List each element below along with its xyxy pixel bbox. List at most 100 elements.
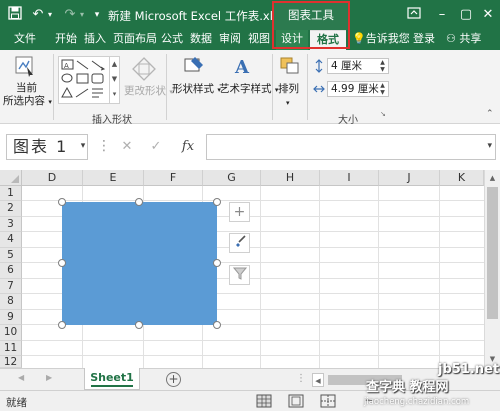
chart-tools-context-title: 图表工具 — [272, 2, 350, 30]
ribbon-separator — [166, 54, 167, 120]
column-header-g[interactable]: G — [203, 170, 261, 186]
redo-icon[interactable]: ↷ — [62, 6, 78, 24]
resize-handle-top-left[interactable] — [58, 198, 66, 206]
shapes-gallery[interactable]: A — [58, 56, 110, 104]
shapes-gallery-scroll[interactable]: ▲ ▼ ▾ — [110, 56, 120, 104]
resize-handle-bottom-right[interactable] — [213, 321, 221, 329]
tab-home[interactable]: 开始 — [55, 30, 77, 50]
scroll-left-icon[interactable]: ◀ — [312, 373, 324, 387]
scroll-up-icon[interactable]: ▲ — [485, 171, 500, 185]
shape-height-spinner[interactable]: ▲ ▼ — [378, 59, 387, 73]
share-button[interactable]: ⚇ 共享 — [446, 30, 481, 50]
tab-insert[interactable]: 插入 — [84, 30, 106, 50]
current-selection-label-2[interactable]: 所选内容 ▾ — [3, 93, 52, 108]
ribbon-display-options-icon[interactable] — [406, 6, 422, 24]
redo-dropdown-icon[interactable]: ▾ — [78, 6, 86, 24]
maximize-icon[interactable]: ▢ — [458, 6, 474, 24]
gridline — [22, 355, 484, 356]
chart-elements-plus-icon[interactable]: + — [229, 202, 250, 222]
resize-handle-left[interactable] — [58, 259, 66, 267]
column-header-e[interactable]: E — [83, 170, 144, 186]
shape-width-field[interactable]: 4.99 厘米 ▲ ▼ — [327, 81, 389, 97]
wordart-styles-label[interactable]: 艺术字样式 ▾ — [219, 81, 278, 96]
tab-review[interactable]: 审阅 — [219, 30, 241, 50]
page-layout-view-icon[interactable] — [287, 394, 305, 408]
normal-view-icon[interactable] — [255, 394, 273, 408]
watermark-site: jb51.net — [438, 362, 500, 377]
tab-format[interactable]: 格式 — [310, 30, 346, 50]
sign-in-link[interactable]: 登录 — [413, 30, 435, 50]
next-sheet-icon[interactable]: ▶ — [46, 373, 52, 382]
shape-styles-label[interactable]: 形状样式 ▾ — [172, 81, 221, 96]
column-header-k[interactable]: K — [440, 170, 484, 186]
ribbon-separator — [307, 54, 308, 120]
chart-object[interactable] — [62, 202, 217, 325]
formula-bar-grip[interactable]: ⋮ — [97, 139, 111, 155]
arrange-label[interactable]: 排列 ▾ — [278, 81, 299, 108]
current-selection-icon[interactable] — [13, 55, 37, 77]
tab-page-layout[interactable]: 页面布局 — [113, 30, 157, 50]
add-sheet-plus-icon[interactable]: + — [166, 372, 181, 387]
shape-styles-icon[interactable] — [181, 55, 205, 77]
collapse-ribbon-icon[interactable]: ⌃ — [486, 109, 496, 119]
resize-handle-right[interactable] — [213, 259, 221, 267]
row-header-6[interactable]: 6 — [0, 263, 22, 279]
worksheet-grid[interactable]: D E F G H I J K 1 2 3 4 5 6 7 8 9 10 11 … — [0, 170, 500, 368]
resize-handle-top[interactable] — [135, 198, 143, 206]
column-header-i[interactable]: I — [320, 170, 379, 186]
row-header-3[interactable]: 3 — [0, 217, 22, 232]
undo-dropdown-icon[interactable]: ▾ — [46, 6, 54, 24]
previous-sheet-icon[interactable]: ◀ — [18, 373, 24, 382]
chart-styles-brush-icon[interactable] — [229, 233, 250, 253]
resize-handle-bottom[interactable] — [135, 321, 143, 329]
arrange-icon[interactable] — [279, 55, 301, 77]
resize-handle-top-right[interactable] — [213, 198, 221, 206]
cancel-icon[interactable]: ✕ — [118, 138, 136, 156]
undo-icon[interactable]: ↶ — [30, 6, 46, 24]
tab-formulas[interactable]: 公式 — [161, 30, 183, 50]
shape-width-spinner[interactable]: ▲ ▼ — [378, 82, 387, 96]
row-header-8[interactable]: 8 — [0, 294, 22, 310]
document-title: 新建 Microsoft Excel 工作表.xls... — [108, 9, 290, 23]
column-header-j[interactable]: J — [379, 170, 440, 186]
column-header-h[interactable]: H — [261, 170, 320, 186]
close-icon[interactable]: ✕ — [480, 6, 496, 24]
row-header-4[interactable]: 4 — [0, 232, 22, 248]
row-header-1[interactable]: 1 — [0, 186, 22, 201]
row-header-12[interactable]: 12 — [0, 356, 22, 368]
vertical-scrollbar[interactable]: ▲ ▼ — [484, 170, 500, 368]
row-header-10[interactable]: 10 — [0, 325, 22, 341]
customize-quick-access-icon[interactable]: ▾ — [92, 6, 102, 24]
shape-height-field[interactable]: 4 厘米 ▲ ▼ — [327, 58, 389, 74]
size-dialog-launcher-icon[interactable]: ↘ — [380, 110, 388, 118]
vertical-scroll-thumb[interactable] — [487, 187, 498, 319]
formula-input[interactable]: ▾ — [206, 134, 496, 160]
select-all-corner[interactable] — [0, 170, 22, 186]
row-header-9[interactable]: 9 — [0, 310, 22, 325]
column-header-f[interactable]: F — [144, 170, 203, 186]
name-box-dropdown-icon[interactable]: ▾ — [76, 134, 90, 160]
minimize-icon[interactable]: – — [434, 6, 450, 24]
tab-file[interactable]: 文件 — [14, 30, 36, 50]
page-break-preview-icon[interactable] — [319, 394, 337, 408]
resize-handle-bottom-left[interactable] — [58, 321, 66, 329]
tell-me-box[interactable]: 💡告诉我您 — [352, 30, 410, 50]
row-header-11[interactable]: 11 — [0, 341, 22, 356]
tab-design[interactable]: 设计 — [276, 30, 308, 50]
tab-split-grip[interactable]: ⋮ — [296, 373, 306, 384]
insert-function-icon[interactable]: fx — [179, 138, 197, 156]
arrange-dropdown-icon: ▾ — [286, 99, 290, 107]
sheet-tab-sheet1[interactable]: Sheet1 — [84, 368, 140, 390]
tab-view[interactable]: 视图 — [248, 30, 270, 50]
enter-check-icon[interactable]: ✓ — [147, 138, 165, 156]
save-icon[interactable] — [6, 6, 24, 24]
wordart-styles-icon[interactable]: A — [231, 55, 255, 78]
column-header-d[interactable]: D — [22, 170, 83, 186]
expand-formula-bar-icon[interactable]: ▾ — [487, 141, 492, 151]
row-header-2[interactable]: 2 — [0, 201, 22, 217]
chart-filters-funnel-icon[interactable] — [229, 265, 250, 285]
tab-data[interactable]: 数据 — [190, 30, 212, 50]
row-header-5[interactable]: 5 — [0, 248, 22, 263]
gridline — [319, 186, 320, 368]
row-header-7[interactable]: 7 — [0, 279, 22, 294]
